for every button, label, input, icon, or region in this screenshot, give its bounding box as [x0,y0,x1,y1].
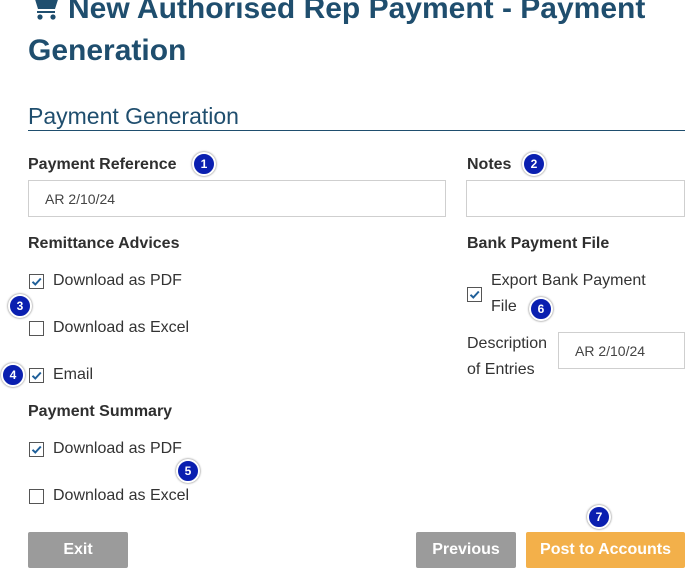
description-of-entries-input[interactable] [558,332,685,369]
summary-excel-checkbox[interactable] [29,489,44,504]
checkmark-icon [31,371,42,380]
email-label[interactable]: Email [53,365,93,385]
page-title: New Authorised Rep Payment - Payment Gen… [28,0,668,72]
section-title: Payment Generation [28,103,239,129]
callout-badge-1: 1 [192,152,216,176]
callout-badge-6: 6 [529,297,553,321]
summary-excel-label[interactable]: Download as Excel [53,486,189,506]
export-bank-payment-label-line2[interactable]: File [491,297,517,317]
email-checkbox[interactable] [29,368,44,383]
payment-reference-label: Payment Reference [28,156,177,173]
summary-pdf-label[interactable]: Download as PDF [53,439,182,459]
callout-badge-5: 5 [176,459,200,483]
callout-badge-3: 3 [8,294,32,318]
shopping-cart-icon [28,0,60,20]
export-bank-payment-checkbox[interactable] [467,287,482,302]
export-bank-payment-label-line1[interactable]: Export Bank Payment [491,271,646,291]
callout-badge-4: 4 [1,363,25,387]
notes-input[interactable] [466,180,685,217]
remittance-advices-label: Remittance Advices [28,235,180,252]
description-label-line1: Description [467,335,548,352]
checkmark-icon [31,445,42,454]
description-label-line2: of Entries [467,361,535,378]
callout-badge-2: 2 [522,152,546,176]
notes-label: Notes [467,156,512,173]
section-divider [28,130,685,131]
remittance-pdf-label[interactable]: Download as PDF [53,271,182,291]
remittance-pdf-checkbox[interactable] [29,274,44,289]
post-to-accounts-button[interactable]: Post to Accounts [526,532,685,568]
page-title-text: New Authorised Rep Payment - Payment Gen… [28,0,646,67]
bank-payment-file-label: Bank Payment File [467,235,610,252]
payment-summary-label: Payment Summary [28,403,173,420]
remittance-excel-label[interactable]: Download as Excel [53,318,189,338]
checkmark-icon [31,277,42,286]
checkmark-icon [469,290,480,299]
exit-button[interactable]: Exit [28,532,128,568]
previous-button[interactable]: Previous [416,532,516,568]
payment-reference-input[interactable] [28,180,446,217]
remittance-excel-checkbox[interactable] [29,321,44,336]
summary-pdf-checkbox[interactable] [29,442,44,457]
callout-badge-7: 7 [587,505,611,529]
